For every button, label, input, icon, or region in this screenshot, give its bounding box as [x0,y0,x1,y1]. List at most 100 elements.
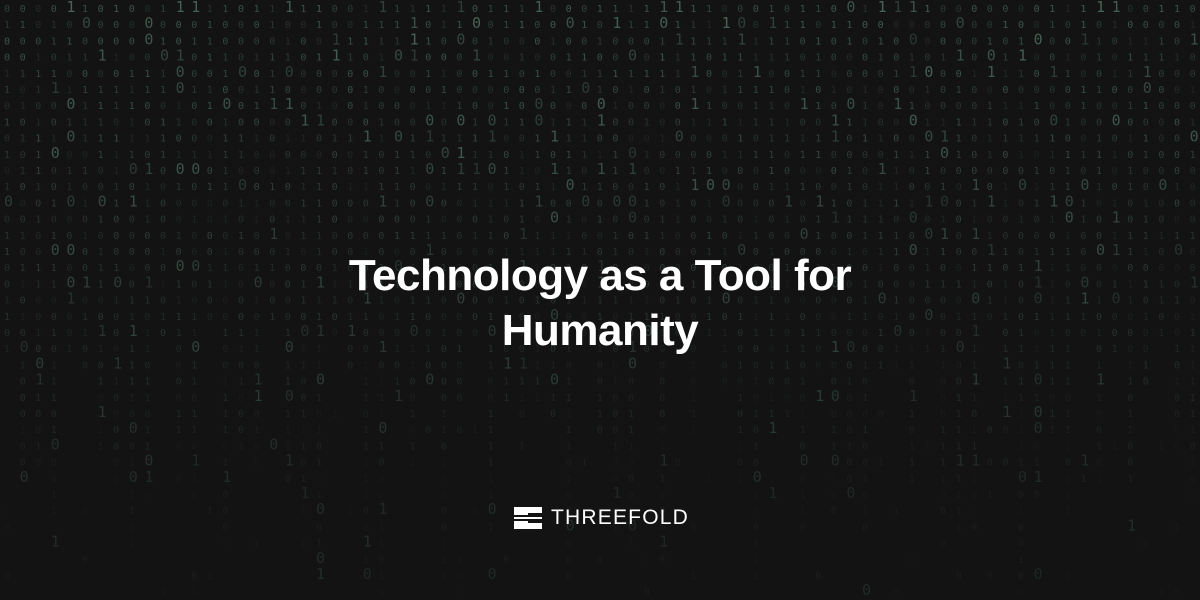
binary-digit: 1 [784,215,790,226]
binary-digit: 1 [659,85,665,96]
binary-digit: 1 [1190,377,1196,388]
binary-digit: 1 [862,360,868,371]
binary-digit: 0 [846,95,855,113]
binary-digit: 1 [753,571,759,582]
binary-digit: 1 [4,247,10,258]
binary-digit: 0 [191,231,197,242]
binary-digit: 0 [956,296,962,307]
binary-digit: 0 [347,198,353,209]
binary-digit: 0 [410,215,416,226]
binary-digit: 1 [1127,377,1133,388]
binary-digit: 1 [160,134,166,145]
binary-digit: 0 [737,182,743,193]
binary-digit: 1 [176,279,182,290]
binary-digit: 0 [425,192,434,210]
binary-digit: 0 [425,425,431,436]
binary-digit: 0 [378,458,384,469]
binary-digit: 1 [4,344,10,355]
binary-digit: 1 [800,95,809,113]
binary-digit: 0 [191,20,197,31]
binary-digit: 0 [1174,198,1180,209]
binary-digit: 1 [129,101,135,112]
binary-digit: 0 [800,474,806,485]
binary-digit: 1 [800,506,806,517]
binary-digit: 1 [1018,441,1024,452]
binary-digit: 1 [987,296,993,307]
binary-digit: 1 [113,53,119,64]
binary-digit: 1 [1002,20,1008,31]
binary-digit: 0 [581,231,587,242]
binary-digit: 0 [82,69,88,80]
binary-digit: 1 [1034,344,1040,355]
binary-digit: 0 [456,69,462,80]
binary-digit: 0 [1174,85,1180,96]
binary-digit: 0 [176,344,182,355]
title-line-1: Technology as a Tool for [348,251,852,300]
binary-digit: 0 [534,166,540,177]
binary-digit: 1 [737,30,746,48]
binary-digit: 1 [753,539,759,550]
binary-digit: 0 [425,371,434,389]
binary-digit: 1 [612,484,621,502]
binary-digit: 0 [488,20,494,31]
binary-digit: 0 [129,468,138,486]
binary-digit: 0 [129,215,135,226]
binary-digit: 1 [534,377,540,388]
binary-digit: 0 [597,231,603,242]
binary-digit: 1 [987,117,993,128]
binary-digit: 1 [207,101,213,112]
binary-digit: 1 [503,393,509,404]
binary-digit: 0 [753,393,759,404]
binary-digit: 0 [269,36,275,47]
binary-digit: 0 [35,247,41,258]
binary-digit: 1 [1096,0,1105,16]
binary-digit: 1 [300,134,306,145]
binary-digit: 0 [628,209,637,227]
binary-digit: 1 [862,134,868,145]
binary-digit: 1 [4,312,10,323]
binary-digit: 0 [269,150,275,161]
binary-digit: 1 [737,474,743,485]
binary-digit: 1 [612,14,621,32]
binary-digit: 0 [1080,231,1086,242]
binary-digit: 1 [98,101,104,112]
binary-digit: 1 [768,134,774,145]
binary-digit: 1 [20,20,26,31]
binary-digit: 1 [35,53,41,64]
binary-digit: 1 [1034,166,1040,177]
binary-digit: 0 [176,257,185,275]
binary-digit: 0 [956,166,962,177]
binary-digit: 1 [753,377,759,388]
binary-digit: 1 [191,215,197,226]
binary-digit: 0 [784,150,790,161]
binary-digit: 1 [347,36,353,47]
binary-digit: 1 [1080,474,1086,485]
binary-digit: 0 [1018,587,1024,598]
binary-digit: 0 [347,4,353,15]
binary-digit: 0 [160,296,166,307]
binary-digit: 0 [441,215,447,226]
binary-digit: 0 [597,198,603,209]
binary-digit: 0 [503,555,509,566]
binary-digit: 1 [924,441,930,452]
binary-digit: 1 [1080,198,1086,209]
binary-digit: 1 [768,36,774,47]
binary-digit: 0 [472,215,478,226]
binary-digit: 1 [488,458,494,469]
binary-digit: 0 [1190,101,1196,112]
binary-digit: 0 [800,36,806,47]
binary-digit: 1 [706,198,712,209]
binary-digit: 0 [300,150,306,161]
binary-digit: 1 [363,4,369,15]
binary-digit: 0 [1018,468,1027,486]
binary-digit: 0 [1096,263,1102,274]
binary-digit: 1 [20,425,26,436]
binary-digit: 0 [238,36,244,47]
binary-digit: 1 [1158,4,1164,15]
binary-digit: 1 [1080,452,1089,470]
binary-digit: 1 [441,425,447,436]
binary-digit: 0 [441,198,447,209]
binary-digit: 0 [753,506,759,517]
binary-digit: 1 [534,231,540,242]
binary-digit: 1 [800,20,806,31]
